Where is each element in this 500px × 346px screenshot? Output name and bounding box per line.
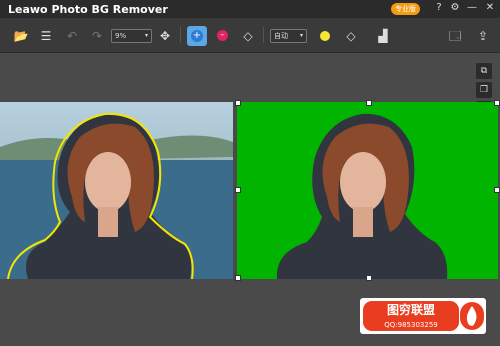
original-image-panel[interactable] — [0, 102, 233, 279]
compare-view-icon[interactable]: ⧉ — [476, 63, 492, 79]
flame-icon — [460, 302, 484, 330]
original-photo — [0, 112, 233, 279]
open-folder-icon[interactable]: 📂 — [12, 27, 30, 45]
pro-badge[interactable]: 专业版 — [391, 3, 420, 15]
minimize-icon[interactable]: — — [466, 2, 478, 14]
undo-icon[interactable]: ↶ — [63, 27, 81, 45]
keep-brush-button[interactable]: + — [187, 26, 207, 46]
brush-size-icon[interactable]: ▟ — [374, 27, 392, 45]
remove-brush-button[interactable]: – — [217, 30, 228, 41]
result-photo — [276, 113, 448, 279]
resize-handle[interactable] — [235, 187, 241, 193]
help-icon[interactable]: ? — [433, 2, 445, 14]
watermark-contact: QQ:985303259 — [363, 319, 459, 331]
resize-handle[interactable] — [366, 275, 372, 281]
export-icon[interactable]: ⇪ — [474, 27, 492, 45]
watermark-logo: 图穷联盟 QQ:985303259 — [360, 298, 486, 334]
mode-select[interactable]: 自动 ▾ — [270, 29, 307, 43]
redo-icon[interactable]: ↷ — [88, 27, 106, 45]
zoom-select[interactable]: 9% ▾ — [111, 29, 152, 43]
eraser-icon[interactable]: ◇ — [239, 27, 257, 45]
plus-icon: + — [191, 30, 203, 42]
settings-icon[interactable]: ⚙ — [449, 2, 461, 14]
title-bar: Leawo Photo BG Remover 专业版 ? ⚙ — ✕ — [0, 0, 500, 18]
resize-handle[interactable] — [494, 100, 500, 106]
save-icon[interactable]: 🗔 — [446, 27, 464, 45]
move-icon[interactable]: ✥ — [156, 27, 174, 45]
result-image-panel[interactable] — [237, 102, 498, 279]
app-title: Leawo Photo BG Remover — [8, 3, 168, 16]
chevron-down-icon: ▾ — [144, 32, 148, 39]
split-view-icon[interactable]: ❐ — [476, 82, 492, 98]
resize-handle[interactable] — [366, 100, 372, 106]
resize-handle[interactable] — [235, 100, 241, 106]
zoom-value: 9% — [115, 32, 127, 40]
eraser-icon[interactable]: ◇ — [342, 27, 360, 45]
resize-handle[interactable] — [235, 275, 241, 281]
chevron-down-icon: ▾ — [299, 32, 303, 39]
resize-handle[interactable] — [494, 187, 500, 193]
close-icon[interactable]: ✕ — [484, 2, 496, 14]
mode-value: 自动 — [274, 32, 288, 40]
toolbar-divider — [180, 27, 181, 43]
brush-color-swatch[interactable] — [320, 31, 330, 41]
toolbar-divider — [263, 27, 264, 43]
menu-icon[interactable]: ☰ — [37, 27, 55, 45]
watermark-title: 图穷联盟 — [363, 301, 459, 319]
